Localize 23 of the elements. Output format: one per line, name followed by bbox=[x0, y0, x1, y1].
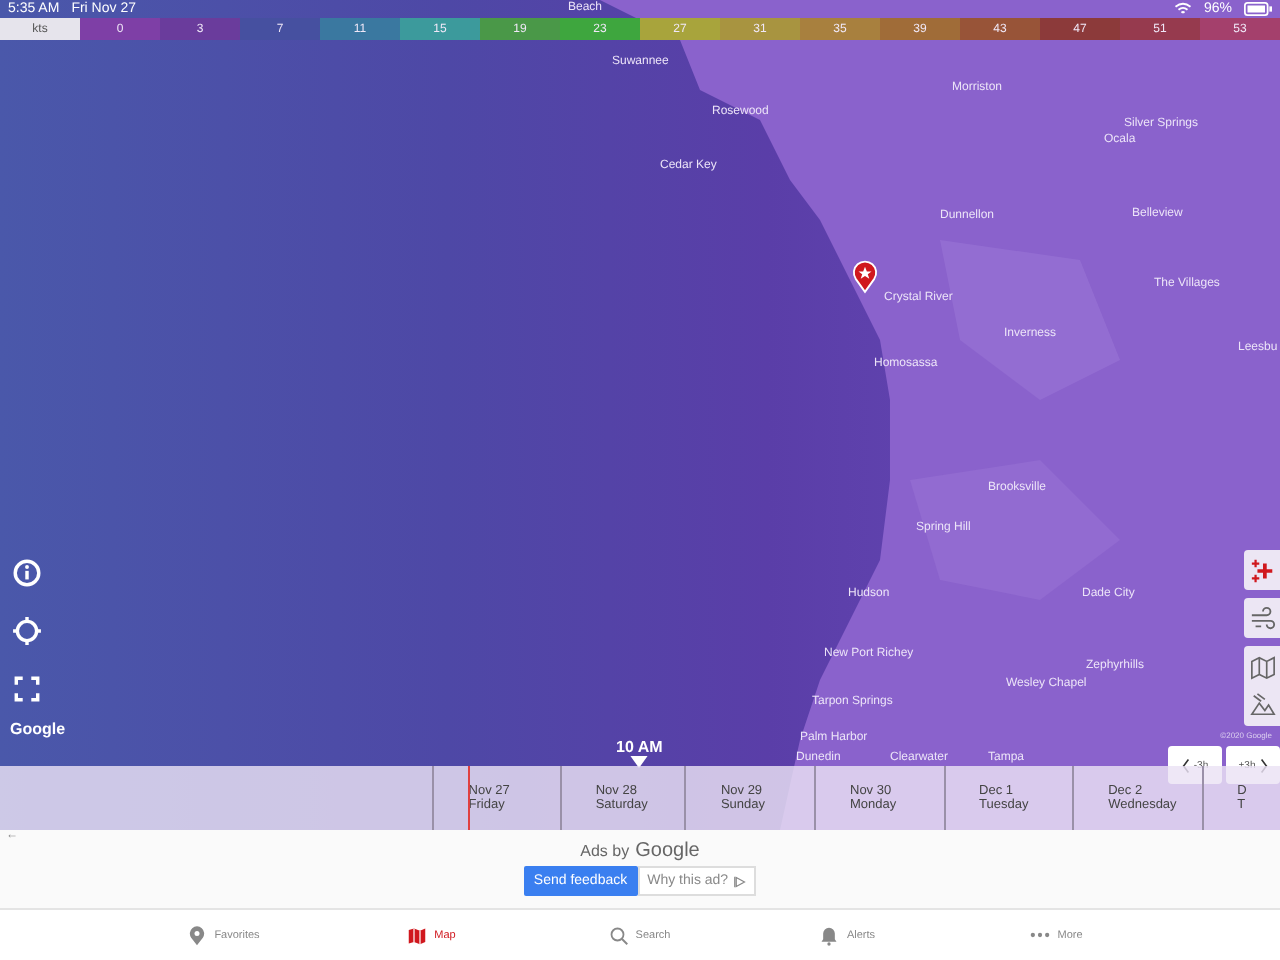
layer-button[interactable] bbox=[1244, 550, 1280, 590]
wifi-icon bbox=[1173, 2, 1192, 16]
wind-button[interactable] bbox=[1244, 598, 1280, 638]
play-icon bbox=[734, 875, 747, 887]
location-pin-icon[interactable] bbox=[852, 260, 878, 294]
wind-icon bbox=[1249, 605, 1275, 631]
current-time-line bbox=[468, 766, 470, 830]
more-icon bbox=[1029, 932, 1050, 938]
current-time-label: 10 AM bbox=[616, 738, 663, 756]
locate-icon[interactable] bbox=[12, 616, 42, 646]
search-icon bbox=[609, 925, 628, 945]
bell-icon bbox=[820, 925, 839, 945]
plus-icon bbox=[1249, 557, 1275, 583]
terrain-icon[interactable] bbox=[1249, 692, 1275, 718]
info-icon[interactable] bbox=[12, 558, 42, 588]
map-icon bbox=[408, 925, 427, 945]
pin-icon bbox=[188, 925, 207, 945]
fullscreen-icon[interactable] bbox=[12, 674, 42, 704]
google-wordmark: Google bbox=[635, 840, 700, 862]
map-icon[interactable] bbox=[1249, 654, 1275, 680]
google-logo: Google bbox=[10, 720, 66, 738]
battery-icon bbox=[1244, 2, 1272, 16]
ads-by-label: Ads by bbox=[580, 842, 630, 860]
